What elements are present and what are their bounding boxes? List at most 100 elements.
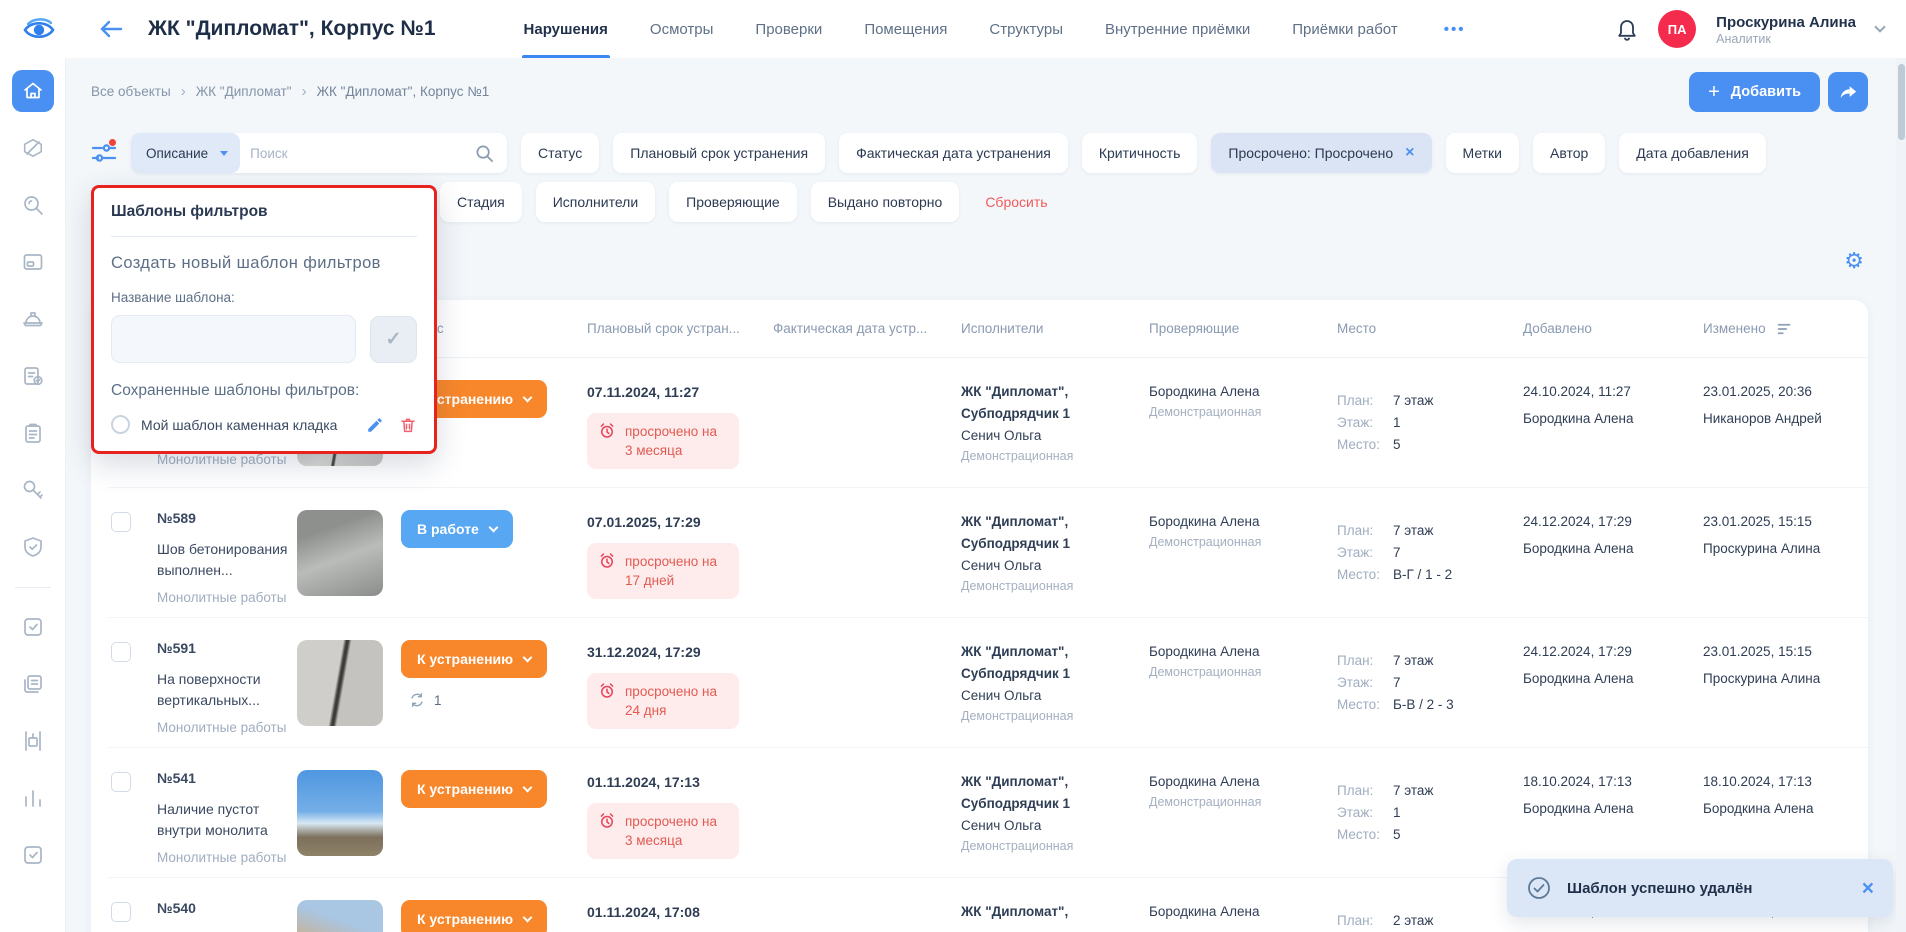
row-checkbox[interactable]: [111, 772, 131, 792]
sidebar-item-restrictions[interactable]: [12, 127, 54, 169]
template-name-input[interactable]: [111, 315, 356, 363]
violation-title[interactable]: На поверхности вертикальных...: [157, 669, 289, 711]
executor-name: Сенич Ольга: [961, 686, 1149, 706]
sidebar-item-keys[interactable]: [12, 469, 54, 511]
executor-name: Сенич Ольга: [961, 816, 1149, 836]
chevron-down-icon: [523, 393, 533, 403]
search-input[interactable]: [240, 146, 475, 161]
breadcrumb-all-objects[interactable]: Все объекты: [91, 84, 171, 99]
sidebar-item-hoists[interactable]: [12, 720, 54, 762]
filter-chip-stage[interactable]: Стадия: [440, 182, 522, 222]
filter-sliders-icon[interactable]: [91, 140, 117, 166]
sidebar-item-warranty[interactable]: [12, 526, 54, 568]
sidebar-item-tasks[interactable]: [12, 606, 54, 648]
table-row[interactable]: №589 Шов бетонирования выполнен... Монол…: [109, 488, 1868, 618]
edit-pencil-icon[interactable]: [366, 416, 384, 434]
share-button[interactable]: [1828, 72, 1868, 112]
filter-templates-popup: Шаблоны фильтров Создать новый шаблон фи…: [91, 185, 437, 454]
violation-photo[interactable]: [297, 640, 383, 726]
overdue-badge: просрочено на 3 месяца: [587, 413, 739, 469]
avatar[interactable]: ПА: [1658, 10, 1696, 48]
executor-note: Демонстрационная: [961, 449, 1149, 463]
breadcrumb: Все объекты › ЖК "Дипломат" › ЖК "Диплом…: [91, 82, 1868, 100]
template-name[interactable]: Мой шаблон каменная кладка: [141, 417, 337, 433]
bell-icon[interactable]: [1616, 17, 1638, 41]
violation-photo[interactable]: [297, 770, 383, 856]
chevron-down-icon[interactable]: [1874, 21, 1885, 32]
status-button[interactable]: В работе: [401, 510, 513, 548]
filter-chip-actual-date[interactable]: Фактическая дата устранения: [839, 133, 1068, 173]
place-value: В-Г / 1 - 2: [1393, 564, 1452, 586]
executor-org: Субподрядчик 1: [961, 534, 1149, 554]
sidebar-item-approvals[interactable]: [12, 834, 54, 876]
tab-structures[interactable]: Структуры: [989, 0, 1063, 58]
filter-chip-date-added[interactable]: Дата добавления: [1619, 133, 1766, 173]
sidebar-item-home[interactable]: [12, 70, 54, 112]
col-header-checkers: Проверяющие: [1149, 321, 1337, 336]
violation-number: №591: [157, 640, 297, 657]
changed-by: Проскурина Алина: [1703, 671, 1868, 686]
planned-date: 07.01.2025, 17:29: [587, 514, 773, 530]
filter-chip-criticality[interactable]: Критичность: [1082, 133, 1198, 173]
sidebar-item-inspection-plans[interactable]: [12, 355, 54, 397]
checker-note: Демонстрационная: [1149, 405, 1337, 419]
table-settings-gear-icon[interactable]: ⚙: [1844, 250, 1864, 272]
table-row[interactable]: №591 На поверхности вертикальных... Моно…: [109, 618, 1868, 748]
back-arrow-icon[interactable]: [98, 18, 124, 40]
filter-chip-overdue-active[interactable]: Просрочено: Просрочено ×: [1211, 133, 1431, 173]
sidebar-item-registry[interactable]: [12, 663, 54, 705]
app-logo-eye-icon[interactable]: [22, 14, 56, 44]
tab-checks[interactable]: Проверки: [755, 0, 822, 58]
reset-filters-button[interactable]: Сбросить: [985, 194, 1047, 210]
sidebar-item-search[interactable]: [12, 184, 54, 226]
repeat-icon: [409, 692, 425, 708]
more-tabs-ellipsis-icon[interactable]: •••: [1444, 21, 1466, 38]
tab-work-acceptances[interactable]: Приёмки работ: [1292, 0, 1397, 58]
page-scrollbar-track[interactable]: [1896, 58, 1906, 932]
added-by: Бородкина Алена: [1523, 411, 1703, 426]
page-scrollbar-thumb[interactable]: [1898, 64, 1905, 140]
sidebar-item-analytics[interactable]: [12, 777, 54, 819]
filter-chip-tags[interactable]: Метки: [1446, 133, 1520, 173]
create-template-label: Создать новый шаблон фильтров: [111, 254, 417, 273]
tab-violations[interactable]: Нарушения: [524, 0, 608, 58]
add-button[interactable]: +Добавить: [1689, 72, 1820, 112]
changed-date: 23.01.2025, 15:15: [1703, 644, 1868, 659]
filter-chip-executors[interactable]: Исполнители: [536, 182, 655, 222]
tab-premises[interactable]: Помещения: [864, 0, 947, 58]
tab-inspections[interactable]: Осмотры: [650, 0, 714, 58]
chevron-right-icon: ›: [302, 83, 307, 100]
template-radio[interactable]: [111, 415, 130, 434]
violation-title[interactable]: Шов бетонирования выполнен...: [157, 539, 289, 581]
filter-chip-planned-date[interactable]: Плановый срок устранения: [613, 133, 825, 173]
magnifier-icon[interactable]: [475, 144, 494, 163]
delete-trash-icon[interactable]: [399, 416, 417, 434]
executor-name: Сенич Ольга: [961, 556, 1149, 576]
filter-chip-status[interactable]: Статус: [521, 133, 599, 173]
saved-templates-label: Сохраненные шаблоны фильтров:: [111, 382, 417, 400]
sidebar-item-checklists[interactable]: [12, 412, 54, 454]
place-label: Этаж:: [1337, 542, 1383, 564]
status-button[interactable]: К устранению: [401, 640, 547, 678]
toast-close-icon[interactable]: ×: [1862, 878, 1874, 899]
filter-chip-checkers[interactable]: Проверяющие: [669, 182, 797, 222]
search-field-select[interactable]: Описание: [131, 133, 240, 173]
breadcrumb-complex[interactable]: ЖК "Дипломат": [196, 84, 292, 99]
row-checkbox[interactable]: [111, 512, 131, 532]
filter-chip-reissued[interactable]: Выдано повторно: [811, 182, 960, 222]
status-button[interactable]: К устранению: [401, 770, 547, 808]
row-checkbox[interactable]: [111, 902, 131, 922]
confirm-template-button[interactable]: ✓: [370, 316, 417, 363]
violation-title[interactable]: Наличие пустот внутри монолита: [157, 799, 289, 841]
sidebar-item-construction[interactable]: [12, 298, 54, 340]
user-info[interactable]: Проскурина Алина Аналитик: [1716, 13, 1856, 46]
violation-photo[interactable]: [297, 510, 383, 596]
close-icon[interactable]: ×: [1405, 144, 1414, 162]
row-checkbox[interactable]: [111, 642, 131, 662]
filter-chip-author[interactable]: Автор: [1533, 133, 1605, 173]
violation-photo[interactable]: [297, 900, 383, 932]
sidebar-item-documents[interactable]: [12, 241, 54, 283]
tab-internal-acceptances[interactable]: Внутренние приёмки: [1105, 0, 1250, 58]
sort-icon[interactable]: [1776, 322, 1793, 336]
status-button[interactable]: К устранению: [401, 900, 547, 932]
